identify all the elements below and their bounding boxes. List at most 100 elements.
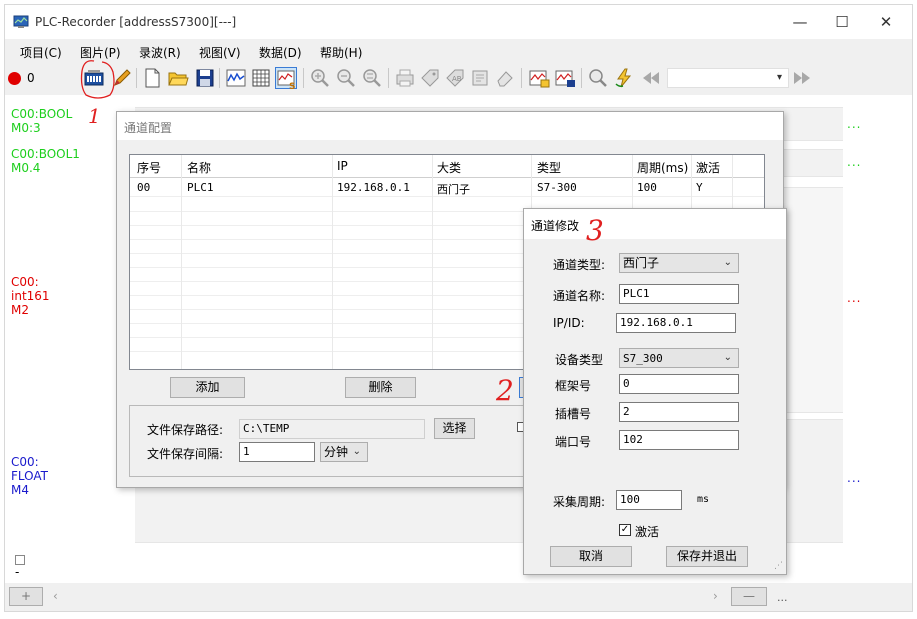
cancel-button[interactable]: 取消 [550, 546, 632, 567]
chevron-down-icon: ⌄ [723, 257, 732, 268]
add-channel-button[interactable]: 添加 [170, 377, 245, 398]
open-folder-icon[interactable] [167, 67, 189, 89]
bottom-checkbox[interactable] [15, 555, 25, 565]
svg-text:AB: AB [452, 75, 462, 83]
remove-row-button[interactable]: — [731, 587, 767, 606]
stamp-icon[interactable] [469, 67, 491, 89]
grid-icon[interactable] [250, 67, 272, 89]
add-row-button[interactable]: + [9, 587, 43, 606]
choose-path-button[interactable]: 选择 [434, 418, 475, 439]
svg-text:S: S [289, 82, 295, 90]
menu-record[interactable]: 录波(R) [139, 44, 181, 61]
lightning-icon[interactable] [613, 67, 635, 89]
save-chart-icon[interactable] [554, 67, 576, 89]
channel-name-label: 通道名称: [553, 289, 606, 303]
delete-channel-button[interactable]: 删除 [345, 377, 416, 398]
rack-field[interactable]: 0 [619, 374, 739, 394]
active-label: 激活 [635, 525, 660, 539]
port-label: 端口号 [555, 435, 592, 449]
channel-type-select[interactable]: 西门子 ⌄ [619, 253, 739, 273]
minimize-button[interactable]: — [785, 11, 815, 33]
zoom-fit-icon[interactable] [361, 67, 383, 89]
row-ellipsis: ... [847, 471, 862, 485]
slot-label: 插槽号 [555, 407, 592, 421]
column-header[interactable]: 名称 [187, 159, 211, 176]
device-type-select[interactable]: S7_300 ⌄ [619, 348, 739, 368]
period-label: 采集周期: [553, 495, 606, 509]
annotation-circle [80, 60, 115, 99]
signal-label[interactable]: C00: FLOAT M4 [11, 455, 48, 497]
table-cell[interactable]: 100 [637, 181, 657, 194]
fast-forward-icon[interactable] [791, 67, 813, 89]
port-field[interactable]: 102 [619, 430, 739, 450]
save-path-field[interactable]: C:\TEMP [239, 419, 425, 439]
ab-tag-icon[interactable]: AB [444, 67, 466, 89]
chevron-down-icon: ⌄ [723, 352, 732, 363]
table-cell[interactable]: Y [696, 181, 703, 194]
file-settings-group [129, 405, 525, 477]
save-icon[interactable] [194, 67, 216, 89]
signal-label[interactable]: C00: int161 M2 [11, 275, 50, 317]
slot-field[interactable]: 2 [619, 402, 739, 422]
menu-bar: 项目(C) 图片(P) 录波(R) 视图(V) 数据(D) 帮助(H) [5, 39, 912, 63]
row-ellipsis: ... [847, 155, 862, 169]
annotation-number: 3 [586, 214, 604, 247]
record-count: 0 [27, 71, 35, 85]
annotation-number: 2 [496, 374, 514, 407]
window-title: PLC-Recorder [addressS7300][---] [35, 15, 237, 29]
channel-type-label: 通道类型: [553, 258, 606, 272]
scroll-right-icon[interactable]: › [713, 589, 718, 603]
table-cell[interactable]: PLC1 [187, 181, 214, 194]
table-cell[interactable]: 00 [137, 181, 150, 194]
table-cell[interactable]: 192.168.0.1 [337, 181, 410, 194]
print-icon[interactable] [394, 67, 416, 89]
magnifier-icon[interactable] [587, 67, 609, 89]
zoom-in-icon[interactable] [309, 67, 331, 89]
app-icon [13, 15, 29, 28]
chart-s-icon[interactable]: S [275, 67, 297, 90]
column-header[interactable]: 激活 [696, 159, 720, 176]
period-field[interactable]: 100 [616, 490, 682, 510]
column-header[interactable]: IP [337, 159, 348, 173]
resize-grip-icon[interactable]: ⋰ [774, 561, 783, 571]
column-header[interactable]: 大类 [437, 159, 461, 176]
active-checkbox[interactable]: ✓ [619, 524, 631, 536]
scroll-left-icon[interactable]: ‹ [53, 589, 58, 603]
signal-label[interactable]: C00:BOOL1 M0.4 [11, 147, 80, 175]
menu-view[interactable]: 视图(V) [199, 44, 241, 61]
close-button[interactable]: ✕ [871, 11, 901, 33]
save-path-label: 文件保存路径: [147, 423, 224, 437]
menu-help[interactable]: 帮助(H) [320, 44, 362, 61]
chevron-down-icon: ⌄ [352, 446, 361, 457]
new-file-icon[interactable] [141, 67, 163, 89]
table-cell[interactable]: 西门子 [437, 181, 470, 197]
menu-project[interactable]: 项目(C) [20, 44, 62, 61]
row-ellipsis: ... [847, 291, 862, 305]
rewind-icon[interactable] [640, 67, 662, 89]
tag-icon[interactable] [419, 67, 441, 89]
ip-label: IP/ID: [553, 316, 585, 330]
interval-unit-select[interactable]: 分钟 ⌄ [320, 442, 368, 462]
waveform-icon[interactable] [225, 67, 247, 89]
export-chart-icon[interactable] [528, 67, 550, 89]
dialog-title: 通道配置 [124, 121, 173, 135]
column-header[interactable]: 类型 [537, 159, 561, 176]
column-header[interactable]: 周期(ms) [637, 159, 688, 176]
zoom-out-icon[interactable] [335, 67, 357, 89]
rack-label: 框架号 [555, 379, 592, 393]
title-bar: PLC-Recorder [addressS7300][---] — ☐ ✕ [5, 5, 912, 39]
eraser-icon[interactable] [494, 67, 516, 89]
ip-field[interactable]: 192.168.0.1 [616, 313, 736, 333]
table-cell[interactable]: S7-300 [537, 181, 577, 194]
channel-name-field[interactable]: PLC1 [619, 284, 739, 304]
status-bar: + ‹ › — ... [5, 583, 912, 611]
time-select[interactable]: ▾ [667, 68, 789, 88]
save-interval-field[interactable]: 1 [239, 442, 315, 462]
annotation-number: 1 [88, 104, 101, 128]
signal-label[interactable]: C00:BOOL M0:3 [11, 107, 72, 135]
dialog-title-bar: 通道修改 [524, 209, 786, 239]
menu-data[interactable]: 数据(D) [259, 44, 302, 61]
maximize-button[interactable]: ☐ [827, 11, 857, 33]
column-header[interactable]: 序号 [137, 159, 161, 176]
save-exit-button[interactable]: 保存并退出 [666, 546, 748, 567]
